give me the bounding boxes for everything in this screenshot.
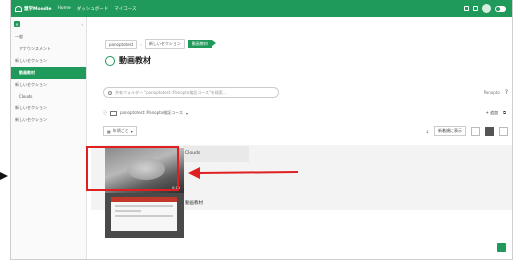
search-input[interactable]: 共有フォルダー "panoptotest::Panopto検証コース"を検索..…	[103, 87, 279, 98]
panopto-logo: Panopto	[483, 90, 500, 95]
collapse-all-icon[interactable]: ‹	[81, 22, 83, 27]
breadcrumb-separator: ›	[140, 41, 142, 47]
edit-mode-toggle[interactable]	[495, 5, 506, 12]
course-index-sidebar: ✕ ‹ 一般 アナウンスメント 新しいセクション 動画教材 新しいセクション C…	[11, 17, 87, 259]
main-content: panoptotest › 新しいセクション 動画教材 動画教材 共有フォルダー…	[91, 17, 512, 259]
folder-icon	[110, 110, 117, 116]
date-filter-label: 年頃ごと	[112, 128, 129, 133]
search-icon	[108, 90, 112, 95]
logo-icon	[15, 5, 22, 12]
video-thumbnail[interactable]	[105, 193, 184, 238]
brand[interactable]: 慧学Moodle	[15, 5, 52, 12]
app-window: 慧学Moodle Home ダッシュボード マイコース ✕ ‹ 一般 アナウンス…	[10, 0, 513, 260]
page-title: 動画教材	[105, 55, 151, 66]
brand-label: 慧学Moodle	[24, 6, 52, 12]
item-title[interactable]: Clouds	[185, 151, 200, 156]
add-button[interactable]: + 追加	[486, 110, 499, 116]
breadcrumb-current: 動画教材	[187, 40, 216, 48]
grid-view-button[interactable]	[499, 126, 508, 136]
info-icon[interactable]: ⓘ	[103, 110, 107, 116]
sidebar-item-section-1[interactable]: 新しいセクション	[11, 55, 86, 67]
sidebar-item-section-2[interactable]: 新しいセクション	[11, 79, 86, 91]
item-title[interactable]: 動画教材	[185, 200, 203, 206]
breadcrumb: panoptotest › 新しいセクション 動画教材	[105, 39, 216, 49]
highlight-box	[86, 146, 179, 191]
download-icon[interactable]: ↓	[426, 129, 429, 134]
create-row: + 追加 ⧉	[486, 110, 506, 116]
folder-path: ⓘ panoptotest::Panopto検証コース ▾	[103, 110, 188, 116]
sidebar-item-clouds[interactable]: Clouds	[11, 91, 86, 102]
view-toolbar: ▦ 年頃ごと ▾ ↓ 新着順に表示	[103, 126, 508, 136]
nav-my-courses[interactable]: マイコース	[114, 6, 136, 12]
nav-home[interactable]: Home	[57, 6, 70, 11]
avatar[interactable]	[482, 4, 491, 13]
nav-dashboard[interactable]: ダッシュボード	[77, 6, 109, 12]
breadcrumb-course[interactable]: panoptotest	[105, 39, 138, 49]
panopto-icon	[105, 55, 115, 66]
sidebar-header: ✕ ‹	[11, 17, 86, 31]
bell-icon[interactable]	[464, 6, 469, 11]
sort-select[interactable]: 新着順に表示	[434, 126, 466, 136]
top-navbar: 慧学Moodle Home ダッシュボード マイコース	[11, 0, 512, 17]
chevron-down-icon: ▾	[130, 128, 133, 134]
sidebar-item-video-materials[interactable]: 動画教材	[11, 67, 86, 79]
help-icon[interactable]: ?	[505, 89, 508, 96]
sidebar-item-announcements[interactable]: アナウンスメント	[11, 43, 86, 55]
folder-path-label[interactable]: panoptotest::Panopto検証コース	[120, 110, 183, 116]
list-view-button[interactable]	[471, 126, 480, 136]
search-placeholder: 共有フォルダー "panoptotest::Panopto検証コース"を検索..…	[115, 89, 227, 95]
search-row: 共有フォルダー "panoptotest::Panopto検証コース"を検索..…	[103, 87, 508, 98]
sidebar-item-section-3[interactable]: 新しいセクション	[11, 102, 86, 114]
detail-view-button[interactable]	[485, 126, 494, 136]
calendar-icon: ▦	[107, 128, 111, 134]
chat-icon[interactable]	[473, 6, 478, 11]
sidebar-item-general[interactable]: 一般	[11, 31, 86, 43]
date-filter[interactable]: ▦ 年頃ごと ▾	[103, 126, 137, 136]
external-link-icon[interactable]: ⧉	[503, 110, 506, 116]
chevron-down-icon[interactable]: ▾	[186, 111, 188, 116]
breadcrumb-section[interactable]: 新しいセクション	[144, 39, 185, 49]
slide-preview	[111, 197, 177, 231]
close-sidebar-icon[interactable]: ✕	[14, 21, 20, 27]
sidebar-item-section-4[interactable]: 新しいセクション	[11, 114, 86, 126]
left-edge-arrow-icon	[0, 172, 8, 180]
help-fab-button[interactable]	[497, 243, 506, 252]
page-title-text: 動画教材	[119, 56, 151, 65]
